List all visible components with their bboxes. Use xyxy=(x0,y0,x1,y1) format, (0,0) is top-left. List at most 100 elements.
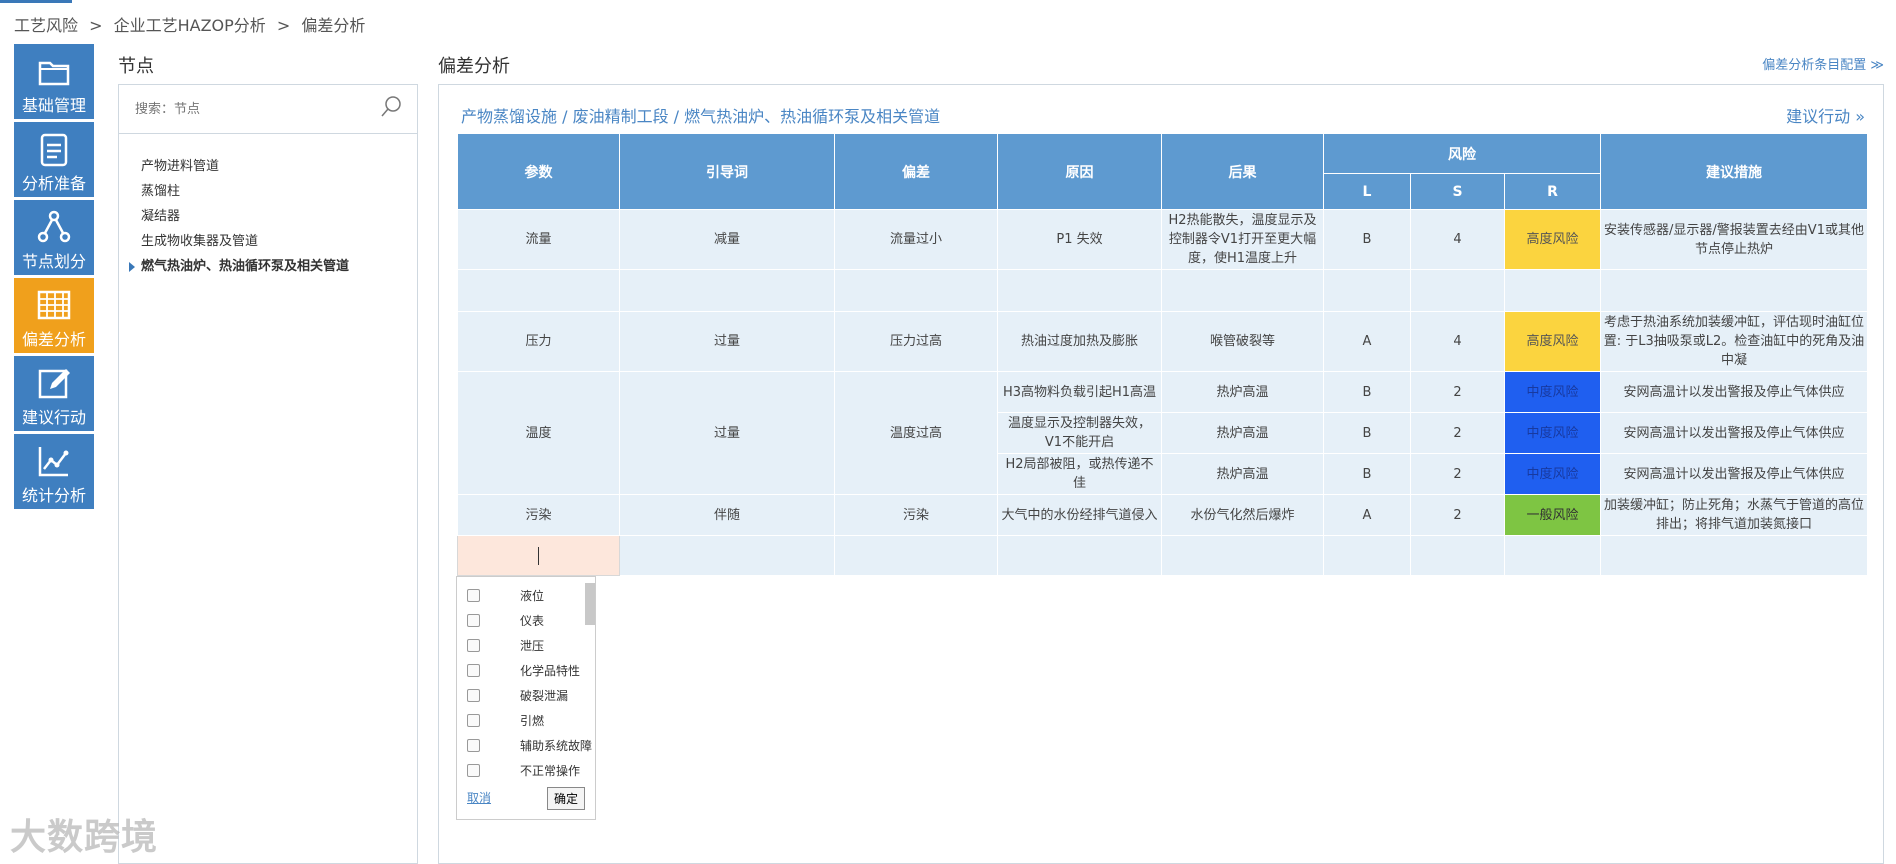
config-link[interactable]: 偏差分析条目配置 ≫ xyxy=(1762,54,1884,73)
node-item[interactable]: 生成物收集器及管道 xyxy=(141,229,417,254)
dropdown-option[interactable]: 破裂泄漏 xyxy=(457,683,597,708)
cell-cause: 热油过度加热及膨胀 xyxy=(997,311,1162,372)
cell-guide: 过量 xyxy=(619,311,835,372)
option-label: 不正常操作 xyxy=(520,764,581,778)
checkbox[interactable] xyxy=(467,589,480,602)
table-row[interactable]: 流量 减量 流量过小 P1 失效 H2热能散失，温度显示及控制器令V1打开至更大… xyxy=(457,209,1869,270)
dropdown-option[interactable]: 化学品特性 xyxy=(457,658,597,683)
node-item[interactable]: 产物进料管道 xyxy=(141,154,417,179)
folder-icon xyxy=(34,51,74,91)
sidebar: 基础管理 分析准备 节点划分 偏差分析 建议行动 统计分析 xyxy=(14,44,94,512)
cell-empty xyxy=(619,269,835,312)
param-input[interactable] xyxy=(457,535,620,576)
checkbox[interactable] xyxy=(467,664,480,677)
breadcrumb-item[interactable]: 工艺风险 xyxy=(14,16,78,35)
table-row-new[interactable] xyxy=(457,535,1869,576)
confirm-button[interactable]: 确定 xyxy=(546,787,585,810)
header-s: S xyxy=(1410,173,1505,210)
cell-measure: 加装缓冲缸；防止死角；水蒸气于管道的高位排出；将排气道加装氮接口 xyxy=(1600,494,1869,536)
option-label: 仪表 xyxy=(520,614,545,628)
sidebar-item-nodes[interactable]: 节点划分 xyxy=(14,200,94,278)
page-title: 偏差分析 xyxy=(438,56,510,77)
dropdown-option[interactable]: 不正常操作 xyxy=(457,758,597,783)
cell-consequence: 热炉高温 xyxy=(1161,453,1324,495)
option-label: 破裂泄漏 xyxy=(520,689,569,703)
dropdown-option[interactable]: 仪表 xyxy=(457,608,597,633)
breadcrumb-item[interactable]: 企业工艺HAZOP分析 xyxy=(114,16,266,35)
sidebar-item-label: 建议行动 xyxy=(21,408,86,427)
header-deviation: 偏差 xyxy=(834,133,998,210)
chart-icon xyxy=(34,441,74,481)
cell-measure: 考虑于热油系统加装缓冲缸，评估现时油缸位置: 于L3抽吸泵或L2。检查油缸中的死… xyxy=(1600,311,1869,372)
sidebar-item-deviation[interactable]: 偏差分析 xyxy=(14,278,94,356)
table-row[interactable]: 污染 伴随 污染 大气中的水份经排气道侵入 水份气化然后爆炸 A 2 一般风险 … xyxy=(457,494,1869,536)
cell-measure: 安网高温计以发出警报及停止气体供应 xyxy=(1600,371,1869,413)
cell-param: 温度 xyxy=(457,371,620,495)
cell-empty xyxy=(997,535,1162,576)
cancel-button[interactable]: 取消 xyxy=(467,789,491,806)
checkbox[interactable] xyxy=(467,639,480,652)
node-path[interactable]: 产物蒸馏设施 / 废油精制工段 / 燃气热油炉、热油循环泵及相关管道 xyxy=(461,103,940,127)
option-label: 化学品特性 xyxy=(520,664,581,678)
nodes-icon xyxy=(34,207,74,247)
dropdown-option[interactable]: 泄压 xyxy=(457,633,597,658)
sidebar-item-label: 节点划分 xyxy=(21,252,86,271)
checkbox[interactable] xyxy=(467,714,480,727)
header-measure: 建议措施 xyxy=(1600,133,1869,210)
node-item[interactable]: 凝结器 xyxy=(141,204,417,229)
cell-deviation: 压力过高 xyxy=(834,311,998,372)
cell-consequence: 喉管破裂等 xyxy=(1161,311,1324,372)
sidebar-item-stats[interactable]: 统计分析 xyxy=(14,434,94,512)
option-label: 引燃 xyxy=(520,714,545,728)
search-icon[interactable] xyxy=(379,95,403,123)
table-row[interactable]: 压力 过量 压力过高 热油过度加热及膨胀 喉管破裂等 A 4 高度风险 考虑于热… xyxy=(457,311,1869,372)
option-label: 液位 xyxy=(520,589,545,603)
cell-l: A xyxy=(1323,311,1411,372)
checkbox[interactable] xyxy=(467,739,480,752)
grid-icon xyxy=(34,285,74,325)
dropdown-option[interactable]: 液位 xyxy=(457,583,597,608)
node-panel-title: 节点 xyxy=(118,56,154,77)
cell-l: B xyxy=(1323,412,1411,454)
sidebar-item-suggest[interactable]: 建议行动 xyxy=(14,356,94,434)
table-row-empty[interactable] xyxy=(457,269,1869,312)
risk-badge-medium: 中度风险 xyxy=(1503,453,1602,495)
checkbox[interactable] xyxy=(467,764,480,777)
node-search xyxy=(119,85,417,134)
param-dropdown: 液位 仪表 泄压 化学品特性 破裂泄漏 引燃 辅助系统故障 不正常操作 取消 确… xyxy=(456,576,596,820)
suggest-action-link[interactable]: 建议行动 » xyxy=(1786,103,1865,127)
cell-l: B xyxy=(1323,453,1411,495)
sidebar-item-prepare[interactable]: 分析准备 xyxy=(14,122,94,200)
cell-empty xyxy=(997,269,1162,312)
dropdown-option[interactable]: 辅助系统故障 xyxy=(457,733,597,758)
cell-empty xyxy=(1161,535,1324,576)
cell-cause: H2局部被阻，或热传递不佳 xyxy=(997,453,1162,495)
dropdown-scrollbar[interactable] xyxy=(585,583,595,625)
cell-cause: P1 失效 xyxy=(997,209,1162,270)
cell-empty xyxy=(1410,535,1505,576)
dropdown-list: 液位 仪表 泄压 化学品特性 破裂泄漏 引燃 辅助系统故障 不正常操作 xyxy=(457,583,597,783)
checkbox[interactable] xyxy=(467,614,480,627)
cell-consequence: 热炉高温 xyxy=(1161,371,1324,413)
sidebar-item-basic[interactable]: 基础管理 xyxy=(14,44,94,122)
cell-empty xyxy=(1161,269,1324,312)
node-search-input[interactable] xyxy=(133,100,367,118)
cell-empty xyxy=(834,269,998,312)
risk-badge-medium: 中度风险 xyxy=(1503,412,1602,454)
header-l: L xyxy=(1323,173,1411,210)
node-item-selected[interactable]: 燃气热油炉、热油循环泵及相关管道 xyxy=(129,254,417,279)
watermark: 大数跨境 xyxy=(10,817,159,858)
breadcrumb: 工艺风险 > 企业工艺HAZOP分析 > 偏差分析 xyxy=(14,12,371,36)
edit-icon xyxy=(34,363,74,403)
clipboard-icon xyxy=(34,129,74,169)
cell-empty xyxy=(834,535,998,576)
checkbox[interactable] xyxy=(467,689,480,702)
cell-deviation: 流量过小 xyxy=(834,209,998,270)
dropdown-option[interactable]: 引燃 xyxy=(457,708,597,733)
cell-empty xyxy=(1323,269,1411,312)
table-row[interactable]: 温度 过量 温度过高 H3高物料负载引起H1高温 热炉高温 B 2 中度风险 安… xyxy=(457,371,1869,495)
cell-consequence: 热炉高温 xyxy=(1161,412,1324,454)
sidebar-item-label: 基础管理 xyxy=(21,96,86,115)
header-guide: 引导词 xyxy=(619,133,835,210)
node-item[interactable]: 蒸馏柱 xyxy=(141,179,417,204)
